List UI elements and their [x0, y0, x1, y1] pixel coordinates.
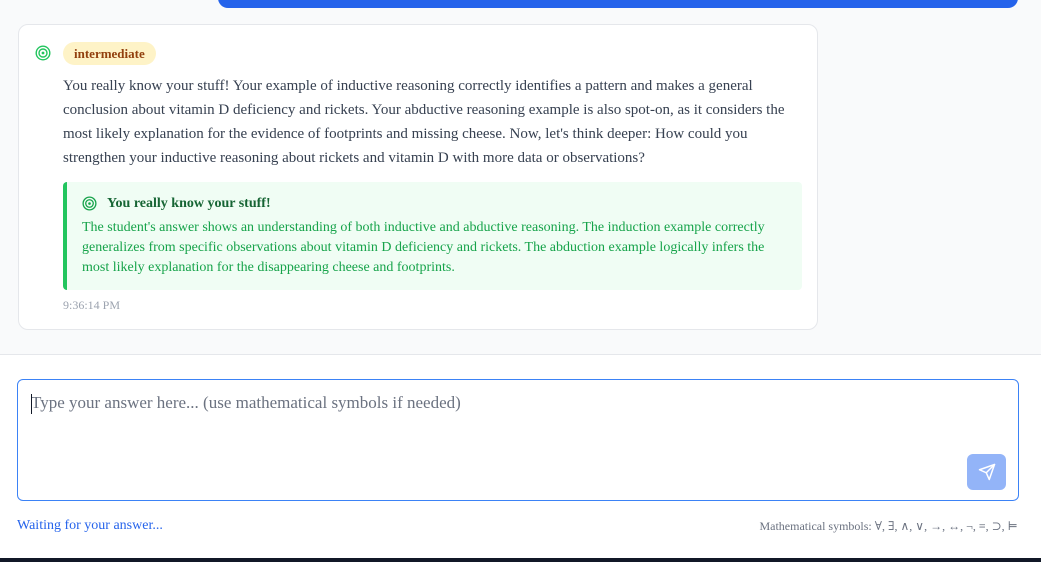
- answer-panel: Waiting for your answer... Mathematical …: [0, 354, 1041, 558]
- tutor-chat-page: intermediate You really know your stuff!…: [0, 0, 1041, 562]
- bottom-edge-bar: [0, 558, 1041, 562]
- answer-input[interactable]: [18, 380, 1018, 500]
- difficulty-badge: intermediate: [63, 42, 156, 65]
- answer-box: [17, 379, 1019, 501]
- user-message-bubble: [218, 0, 1018, 8]
- tutor-message-text: You really know your stuff! Your example…: [63, 78, 785, 166]
- math-symbols-hint: Mathematical symbols: ∀, ∃, ∧, ∨, →, ↔, …: [759, 519, 1018, 533]
- feedback-text: The student's answer shows an understand…: [82, 220, 765, 275]
- send-icon: [978, 463, 995, 481]
- feedback-box: You really know your stuff! The student'…: [63, 182, 802, 290]
- text-caret: [31, 394, 32, 414]
- feedback-title: You really know your stuff!: [107, 196, 271, 211]
- message-timestamp: 9:36:14 PM: [63, 298, 121, 312]
- status-text: Waiting for your answer...: [17, 518, 163, 533]
- tutor-message-card: intermediate You really know your stuff!…: [18, 24, 818, 330]
- target-icon: [82, 196, 97, 211]
- send-button[interactable]: [967, 454, 1006, 490]
- target-icon: [35, 45, 51, 61]
